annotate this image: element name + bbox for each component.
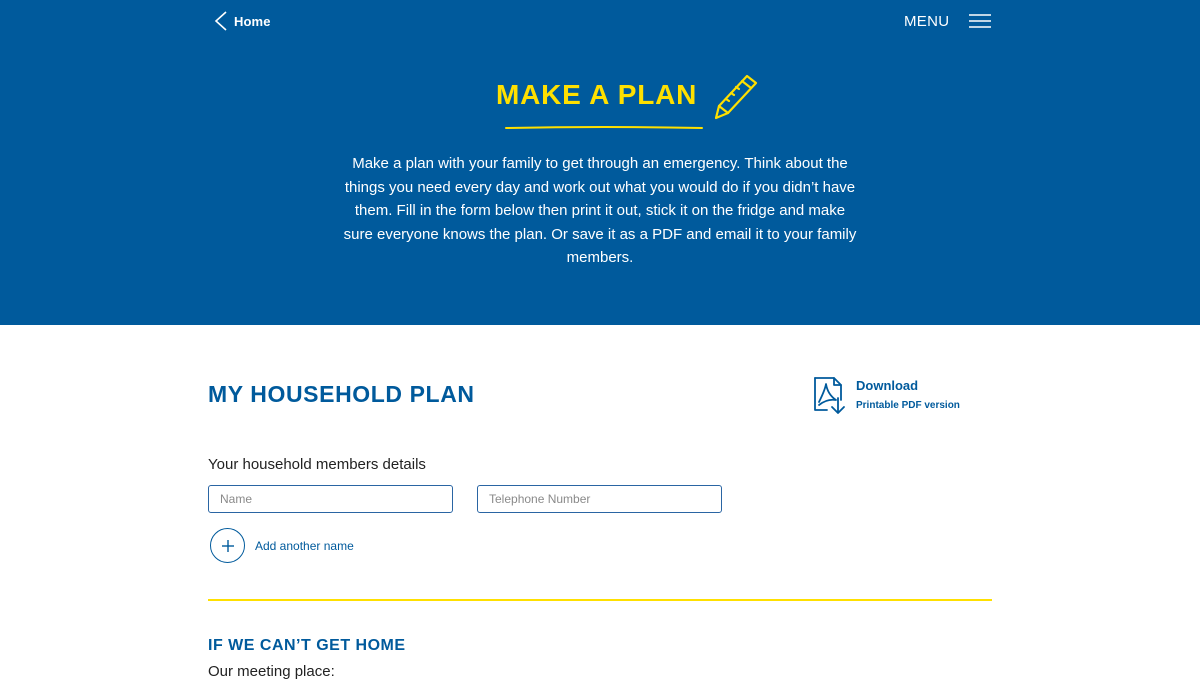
- chevron-left-icon: [213, 10, 229, 32]
- hero-title-group: MAKE A PLAN: [496, 72, 766, 129]
- household-plan-title: MY HOUSEHOLD PLAN: [208, 381, 475, 407]
- add-another-name-label: Add another name: [255, 538, 354, 553]
- pencil-icon: [714, 72, 760, 127]
- home-link[interactable]: Home: [208, 9, 271, 33]
- home-link-label: Home: [234, 13, 271, 29]
- download-label: Download: [856, 378, 919, 393]
- hero-description: Make a plan with your family to get thro…: [343, 155, 857, 266]
- add-another-name-button[interactable]: Add another name: [210, 528, 354, 563]
- name-input[interactable]: [208, 485, 453, 513]
- cant-get-home-title: IF WE CAN’T GET HOME: [208, 637, 406, 654]
- plus-icon: [210, 528, 245, 563]
- meeting-place-label: Our meeting place:: [208, 663, 335, 679]
- title-underline: [504, 118, 704, 136]
- telephone-input[interactable]: [477, 485, 722, 513]
- hamburger-icon: [949, 13, 992, 29]
- menu-button[interactable]: MENU: [904, 10, 992, 32]
- download-pdf-link[interactable]: Download Printable PDF version: [812, 376, 960, 416]
- download-text: Download Printable PDF version: [856, 378, 960, 416]
- section-divider: [208, 599, 992, 601]
- page-title: MAKE A PLAN: [496, 79, 698, 110]
- hero-banner: Home MENU MAKE A PLAN Make a plan with y…: [0, 0, 1200, 325]
- members-label: Your household members details: [208, 456, 426, 473]
- download-sublabel: Printable PDF version: [856, 400, 960, 411]
- menu-label: MENU: [904, 12, 950, 30]
- pdf-download-icon: [812, 376, 850, 416]
